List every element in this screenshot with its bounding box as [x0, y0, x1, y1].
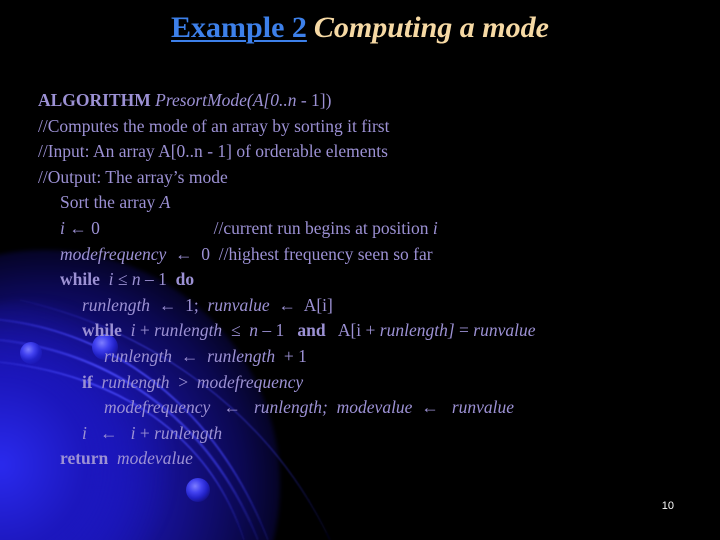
algorithm-line: return modevalue — [60, 448, 193, 469]
algorithm-line: modefrequency ← runlength; modevalue ← r… — [104, 397, 515, 418]
algorithm-line: if runlength > modefrequency — [82, 371, 304, 392]
algorithm-line: runlength ← runlength + 1 — [104, 345, 307, 366]
algorithm-line: runlength ← 1; runvalue ← A[i] — [82, 294, 333, 315]
algorithm-line: Sort the array A — [60, 192, 171, 213]
algorithm-pseudocode: ALGORITHM PresortMode(A[0..n - 1]) //Comp… — [38, 88, 698, 472]
slide-title: Example 2 Computing a mode — [0, 8, 720, 48]
algorithm-line: ALGORITHM PresortMode(A[0..n - 1]) — [38, 90, 332, 110]
title-link-text[interactable]: Example 2 — [171, 11, 307, 44]
algorithm-line: //Computes the mode of an array by sorti… — [38, 115, 390, 136]
algorithm-line: while i ≤ n – 1 do — [60, 269, 195, 290]
page-number: 10 — [661, 500, 674, 512]
arc-node-dot-icon — [186, 478, 210, 502]
title-rest-text: Computing a mode — [313, 11, 549, 44]
algorithm-line: //Output: The array’s mode — [38, 166, 228, 187]
algorithm-line: i ← i + runlength — [82, 422, 223, 443]
slide-canvas: Example 2 Computing a mode ALGORITHM Pres… — [0, 0, 720, 540]
algorithm-line: while i + runlength ≤ n – 1 and A[i + ru… — [82, 320, 536, 341]
algorithm-line: //Input: An array A[0..n - 1] of orderab… — [38, 141, 388, 162]
algorithm-line: modefrequency ← 0 //highest frequency se… — [60, 243, 433, 264]
algorithm-line: i ← 0 //current run begins at position i — [60, 217, 438, 238]
